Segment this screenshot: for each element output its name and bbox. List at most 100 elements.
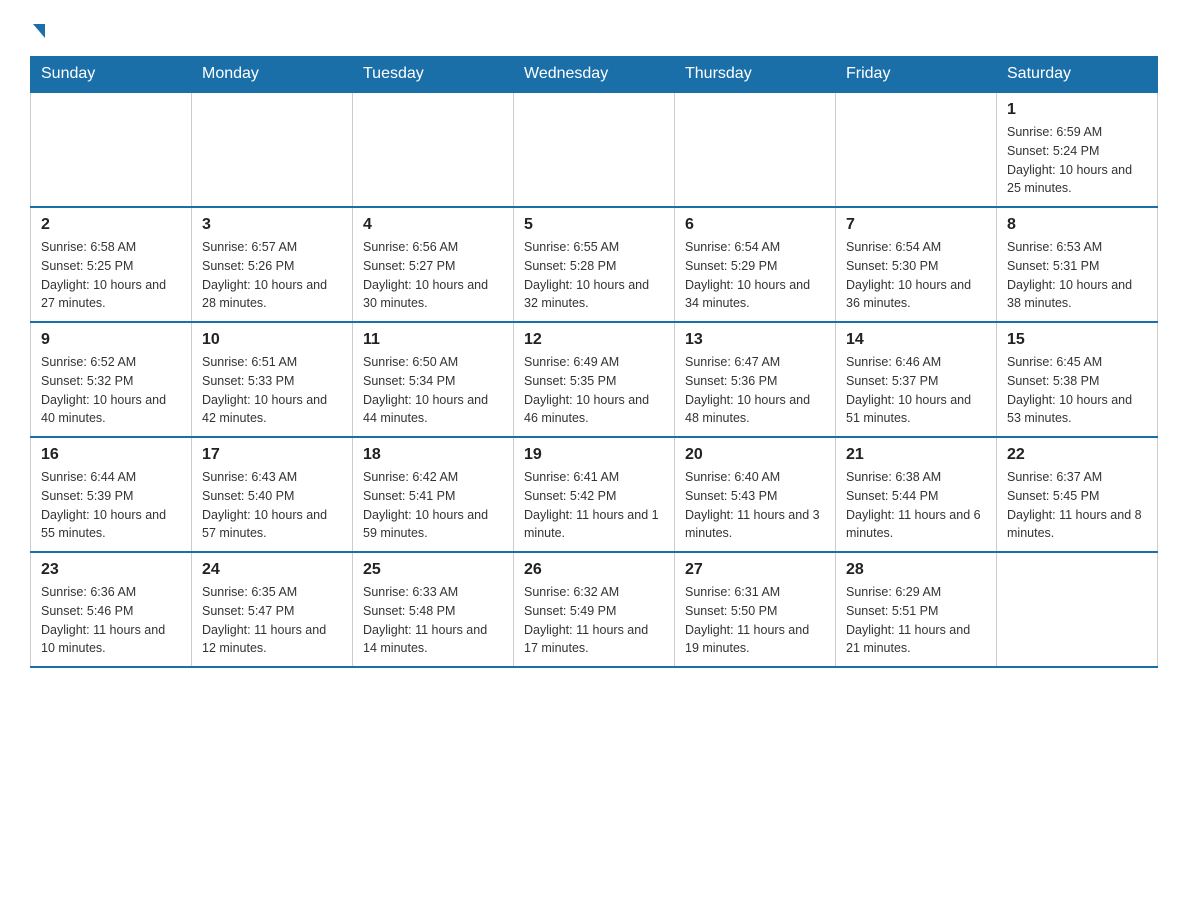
day-info: Sunrise: 6:56 AM Sunset: 5:27 PM Dayligh… [363, 238, 503, 313]
calendar-cell [514, 92, 675, 207]
week-row-1: 1 Sunrise: 6:59 AM Sunset: 5:24 PM Daylig… [31, 92, 1158, 207]
calendar-cell [675, 92, 836, 207]
day-info: Sunrise: 6:44 AM Sunset: 5:39 PM Dayligh… [41, 468, 181, 543]
day-number: 18 [363, 446, 503, 464]
day-number: 19 [524, 446, 664, 464]
day-number: 8 [1007, 216, 1147, 234]
day-number: 28 [846, 561, 986, 579]
day-info: Sunrise: 6:55 AM Sunset: 5:28 PM Dayligh… [524, 238, 664, 313]
calendar-cell: 17 Sunrise: 6:43 AM Sunset: 5:40 PM Dayli… [192, 437, 353, 552]
calendar-cell [836, 92, 997, 207]
day-info: Sunrise: 6:51 AM Sunset: 5:33 PM Dayligh… [202, 353, 342, 428]
day-info: Sunrise: 6:42 AM Sunset: 5:41 PM Dayligh… [363, 468, 503, 543]
day-number: 5 [524, 216, 664, 234]
day-info: Sunrise: 6:54 AM Sunset: 5:29 PM Dayligh… [685, 238, 825, 313]
calendar-cell: 1 Sunrise: 6:59 AM Sunset: 5:24 PM Daylig… [997, 92, 1158, 207]
calendar-cell: 11 Sunrise: 6:50 AM Sunset: 5:34 PM Dayli… [353, 322, 514, 437]
weekday-header-sunday: Sunday [31, 57, 192, 93]
day-info: Sunrise: 6:46 AM Sunset: 5:37 PM Dayligh… [846, 353, 986, 428]
day-number: 14 [846, 331, 986, 349]
calendar-cell: 9 Sunrise: 6:52 AM Sunset: 5:32 PM Daylig… [31, 322, 192, 437]
day-number: 21 [846, 446, 986, 464]
week-row-4: 16 Sunrise: 6:44 AM Sunset: 5:39 PM Dayli… [31, 437, 1158, 552]
calendar-cell: 25 Sunrise: 6:33 AM Sunset: 5:48 PM Dayli… [353, 552, 514, 667]
week-row-2: 2 Sunrise: 6:58 AM Sunset: 5:25 PM Daylig… [31, 207, 1158, 322]
weekday-header-thursday: Thursday [675, 57, 836, 93]
day-number: 23 [41, 561, 181, 579]
week-row-3: 9 Sunrise: 6:52 AM Sunset: 5:32 PM Daylig… [31, 322, 1158, 437]
logo-arrow-icon [33, 24, 45, 38]
calendar-cell: 19Sunrise: 6:41 AM Sunset: 5:42 PM Dayli… [514, 437, 675, 552]
day-info: Sunrise: 6:33 AM Sunset: 5:48 PM Dayligh… [363, 583, 503, 658]
day-number: 10 [202, 331, 342, 349]
day-info: Sunrise: 6:36 AM Sunset: 5:46 PM Dayligh… [41, 583, 181, 658]
calendar-cell: 5 Sunrise: 6:55 AM Sunset: 5:28 PM Daylig… [514, 207, 675, 322]
calendar-cell: 13Sunrise: 6:47 AM Sunset: 5:36 PM Dayli… [675, 322, 836, 437]
weekday-header-friday: Friday [836, 57, 997, 93]
day-info: Sunrise: 6:37 AM Sunset: 5:45 PM Dayligh… [1007, 468, 1147, 543]
calendar-cell: 16 Sunrise: 6:44 AM Sunset: 5:39 PM Dayli… [31, 437, 192, 552]
calendar-cell [31, 92, 192, 207]
day-info: Sunrise: 6:59 AM Sunset: 5:24 PM Dayligh… [1007, 123, 1147, 198]
day-info: Sunrise: 6:45 AM Sunset: 5:38 PM Dayligh… [1007, 353, 1147, 428]
weekday-header-monday: Monday [192, 57, 353, 93]
calendar-cell: 15Sunrise: 6:45 AM Sunset: 5:38 PM Dayli… [997, 322, 1158, 437]
day-info: Sunrise: 6:35 AM Sunset: 5:47 PM Dayligh… [202, 583, 342, 658]
day-info: Sunrise: 6:54 AM Sunset: 5:30 PM Dayligh… [846, 238, 986, 313]
day-info: Sunrise: 6:40 AM Sunset: 5:43 PM Dayligh… [685, 468, 825, 543]
calendar-cell: 18 Sunrise: 6:42 AM Sunset: 5:41 PM Dayli… [353, 437, 514, 552]
day-info: Sunrise: 6:52 AM Sunset: 5:32 PM Dayligh… [41, 353, 181, 428]
day-number: 16 [41, 446, 181, 464]
calendar-cell: 14 Sunrise: 6:46 AM Sunset: 5:37 PM Dayli… [836, 322, 997, 437]
weekday-header-row: SundayMondayTuesdayWednesdayThursdayFrid… [31, 57, 1158, 93]
day-number: 2 [41, 216, 181, 234]
day-number: 6 [685, 216, 825, 234]
day-number: 7 [846, 216, 986, 234]
day-info: Sunrise: 6:43 AM Sunset: 5:40 PM Dayligh… [202, 468, 342, 543]
calendar-cell [997, 552, 1158, 667]
calendar-cell [192, 92, 353, 207]
day-info: Sunrise: 6:53 AM Sunset: 5:31 PM Dayligh… [1007, 238, 1147, 313]
calendar-cell [353, 92, 514, 207]
day-info: Sunrise: 6:32 AM Sunset: 5:49 PM Dayligh… [524, 583, 664, 658]
logo [30, 20, 45, 36]
calendar-cell: 6 Sunrise: 6:54 AM Sunset: 5:29 PM Daylig… [675, 207, 836, 322]
day-info: Sunrise: 6:29 AM Sunset: 5:51 PM Dayligh… [846, 583, 986, 658]
day-number: 26 [524, 561, 664, 579]
day-number: 13 [685, 331, 825, 349]
day-number: 25 [363, 561, 503, 579]
day-number: 4 [363, 216, 503, 234]
calendar-cell: 28 Sunrise: 6:29 AM Sunset: 5:51 PM Dayli… [836, 552, 997, 667]
day-info: Sunrise: 6:57 AM Sunset: 5:26 PM Dayligh… [202, 238, 342, 313]
calendar-cell: 2 Sunrise: 6:58 AM Sunset: 5:25 PM Daylig… [31, 207, 192, 322]
day-number: 20 [685, 446, 825, 464]
calendar-cell: 23 Sunrise: 6:36 AM Sunset: 5:46 PM Dayli… [31, 552, 192, 667]
weekday-header-saturday: Saturday [997, 57, 1158, 93]
day-number: 27 [685, 561, 825, 579]
day-number: 17 [202, 446, 342, 464]
day-info: Sunrise: 6:38 AM Sunset: 5:44 PM Dayligh… [846, 468, 986, 543]
weekday-header-wednesday: Wednesday [514, 57, 675, 93]
day-number: 1 [1007, 101, 1147, 119]
calendar-cell: 7 Sunrise: 6:54 AM Sunset: 5:30 PM Daylig… [836, 207, 997, 322]
day-number: 11 [363, 331, 503, 349]
calendar-cell: 12Sunrise: 6:49 AM Sunset: 5:35 PM Dayli… [514, 322, 675, 437]
calendar-cell: 27 Sunrise: 6:31 AM Sunset: 5:50 PM Dayli… [675, 552, 836, 667]
day-info: Sunrise: 6:50 AM Sunset: 5:34 PM Dayligh… [363, 353, 503, 428]
day-number: 12 [524, 331, 664, 349]
calendar-cell: 22 Sunrise: 6:37 AM Sunset: 5:45 PM Dayli… [997, 437, 1158, 552]
day-info: Sunrise: 6:31 AM Sunset: 5:50 PM Dayligh… [685, 583, 825, 658]
day-number: 22 [1007, 446, 1147, 464]
calendar-table: SundayMondayTuesdayWednesdayThursdayFrid… [30, 56, 1158, 668]
page-header [30, 20, 1158, 36]
calendar-cell: 10 Sunrise: 6:51 AM Sunset: 5:33 PM Dayli… [192, 322, 353, 437]
week-row-5: 23 Sunrise: 6:36 AM Sunset: 5:46 PM Dayli… [31, 552, 1158, 667]
calendar-cell: 20 Sunrise: 6:40 AM Sunset: 5:43 PM Dayli… [675, 437, 836, 552]
day-number: 9 [41, 331, 181, 349]
day-info: Sunrise: 6:58 AM Sunset: 5:25 PM Dayligh… [41, 238, 181, 313]
day-number: 24 [202, 561, 342, 579]
calendar-cell: 3 Sunrise: 6:57 AM Sunset: 5:26 PM Daylig… [192, 207, 353, 322]
calendar-cell: 8 Sunrise: 6:53 AM Sunset: 5:31 PM Daylig… [997, 207, 1158, 322]
weekday-header-tuesday: Tuesday [353, 57, 514, 93]
day-number: 3 [202, 216, 342, 234]
